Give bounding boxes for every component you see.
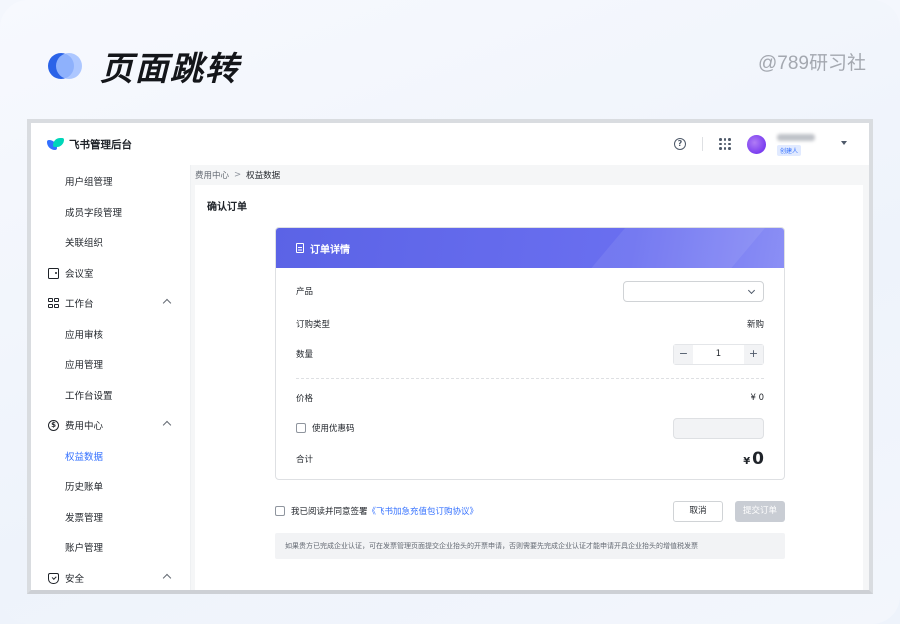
sidebar-item-workspace[interactable]: 工作台 <box>31 288 191 318</box>
quantity-stepper: − 1 + <box>673 343 764 365</box>
dollar-circle-icon: $ <box>48 419 59 431</box>
sidebar-item-app-review[interactable]: 应用审核 <box>31 319 191 349</box>
sidebar: 用户组管理 成员字段管理 关联组织 会议室 工作台 应用审核 应用管理 工作台设… <box>31 165 191 590</box>
submit-order-button[interactable]: 提交订单 <box>735 501 785 522</box>
chevron-up-icon <box>162 298 172 308</box>
product-label: 产品 <box>296 287 314 297</box>
chevron-down-icon <box>747 286 756 294</box>
quantity-plus-button[interactable]: + <box>744 344 763 364</box>
document-icon <box>296 243 304 253</box>
main-panel: 确认订单 订单详情 产品 订购类型 新购 数量 − 1 + 价格 ¥ 0 使用优… <box>195 185 863 590</box>
sidebar-item-invoices[interactable]: 发票管理 <box>31 502 191 532</box>
slide-title: 页面跳转 <box>100 49 240 88</box>
quantity-row: 数量 − 1 + <box>296 343 764 365</box>
slide-headline: 页面跳转 <box>48 46 240 88</box>
app-window: 飞书管理后台 ? 创建人 用户组管理 成员字段管理 关联组织 会议室 工作台 应… <box>27 119 873 594</box>
order-type-row: 订购类型 新购 <box>296 314 764 334</box>
top-bar: 飞书管理后台 ? 创建人 <box>31 123 869 165</box>
agreement-row: 我已阅读并同意签署 《飞书加急充值包订购协议》 <box>275 503 478 519</box>
chevron-up-icon <box>162 573 172 583</box>
quantity-input[interactable]: 1 <box>693 349 744 359</box>
slide-background: 页面跳转 @789研习社 飞书管理后台 ? 创建人 用户组管理 成员字段管理 关… <box>0 0 900 624</box>
sidebar-item-label: 安全 <box>65 574 85 585</box>
sidebar-item-label: 成员字段管理 <box>65 208 123 219</box>
user-info[interactable]: 创建人 <box>775 132 825 156</box>
apps-grid-icon[interactable] <box>719 138 731 150</box>
sidebar-item-label: 应用审核 <box>65 330 104 341</box>
product-row: 产品 <box>296 280 764 302</box>
page-title: 确认订单 <box>207 202 247 213</box>
price-value: ¥ 0 <box>750 393 764 403</box>
section-divider <box>296 378 764 379</box>
sidebar-item-user-groups[interactable]: 用户组管理 <box>31 166 191 196</box>
user-name-blurred <box>777 134 815 141</box>
coupon-label: 使用优惠码 <box>312 424 355 434</box>
order-type-label: 订购类型 <box>296 320 331 330</box>
chevron-up-icon <box>162 420 172 430</box>
order-detail-card: 订单详情 产品 订购类型 新购 数量 − 1 + 价格 ¥ 0 使用优惠码 合计… <box>275 227 785 480</box>
meeting-room-icon <box>48 267 59 279</box>
brand[interactable]: 飞书管理后台 <box>47 137 132 152</box>
feishu-logo-icon <box>47 137 64 151</box>
top-right-tools: ? 创建人 <box>674 123 869 165</box>
order-type-value: 新购 <box>746 320 764 330</box>
card-title: 订单详情 <box>310 244 350 256</box>
coupon-checkbox[interactable] <box>296 423 306 433</box>
sidebar-item-entitlement-data[interactable]: 权益数据 <box>31 441 191 471</box>
card-header: 订单详情 <box>276 228 784 268</box>
agreement-link[interactable]: 《飞书加急充值包订购协议》 <box>368 505 479 517</box>
total-amount: 0 <box>752 449 764 469</box>
total-value: ¥ 0 <box>743 449 764 469</box>
coupon-row: 使用优惠码 <box>296 417 764 439</box>
brand-name: 飞书管理后台 <box>69 138 132 151</box>
sidebar-item-label: 工作台设置 <box>65 391 113 402</box>
sidebar-item-security[interactable]: 安全 <box>31 563 191 590</box>
workspace-icon <box>48 297 59 309</box>
agreement-text: 我已阅读并同意签署 <box>291 507 368 517</box>
breadcrumb-parent[interactable]: 费用中心 <box>195 169 229 181</box>
sidebar-item-label: 发票管理 <box>65 513 104 524</box>
toolbar-divider <box>702 137 703 151</box>
total-label: 合计 <box>296 455 314 465</box>
sidebar-item-member-fields[interactable]: 成员字段管理 <box>31 197 191 227</box>
quantity-minus-button[interactable]: − <box>674 344 693 364</box>
watermark: @789研习社 <box>758 53 866 74</box>
user-menu-chevron-down-icon[interactable] <box>841 141 847 145</box>
user-role-badge: 创建人 <box>777 145 802 156</box>
sidebar-item-label: 历史账单 <box>65 482 104 493</box>
sidebar-item-label: 应用管理 <box>65 360 104 371</box>
shield-icon <box>48 572 59 584</box>
sidebar-item-app-management[interactable]: 应用管理 <box>31 349 191 379</box>
sidebar-item-label: 关联组织 <box>65 238 104 249</box>
quantity-label: 数量 <box>296 350 314 360</box>
agreement-checkbox[interactable] <box>275 506 285 516</box>
sidebar-item-label: 费用中心 <box>65 421 104 432</box>
sidebar-item-billing-history[interactable]: 历史账单 <box>31 471 191 501</box>
avatar[interactable] <box>747 134 766 154</box>
coupon-input[interactable] <box>673 417 764 439</box>
sidebar-item-workspace-settings[interactable]: 工作台设置 <box>31 380 191 410</box>
sidebar-item-account[interactable]: 账户管理 <box>31 532 191 562</box>
sidebar-item-fee-center[interactable]: $ 费用中心 <box>31 410 191 440</box>
total-row: 合计 ¥ 0 <box>296 449 764 469</box>
total-currency: ¥ <box>743 456 751 467</box>
breadcrumb: 费用中心 > 权益数据 <box>195 168 280 182</box>
breadcrumb-separator: > <box>234 170 242 180</box>
price-label: 价格 <box>296 394 314 404</box>
help-icon[interactable]: ? <box>674 138 686 150</box>
circle-logo-icon <box>48 51 82 81</box>
invoice-notice: 如果贵方已完成企业认证，可在发票管理页面提交企业抬头的开票申请，否则需要先完成企… <box>275 533 785 559</box>
sidebar-item-meeting-rooms[interactable]: 会议室 <box>31 258 191 288</box>
sidebar-item-linked-orgs[interactable]: 关联组织 <box>31 227 191 257</box>
sidebar-item-label: 会议室 <box>65 269 94 280</box>
sidebar-item-label: 工作台 <box>65 299 94 310</box>
price-row: 价格 ¥ 0 <box>296 388 764 408</box>
sidebar-item-label: 账户管理 <box>65 543 104 554</box>
product-select[interactable] <box>623 280 764 302</box>
cancel-button[interactable]: 取消 <box>673 501 723 522</box>
sidebar-item-label: 权益数据 <box>65 452 104 463</box>
sidebar-item-label: 用户组管理 <box>65 177 113 188</box>
breadcrumb-current: 权益数据 <box>246 171 281 181</box>
